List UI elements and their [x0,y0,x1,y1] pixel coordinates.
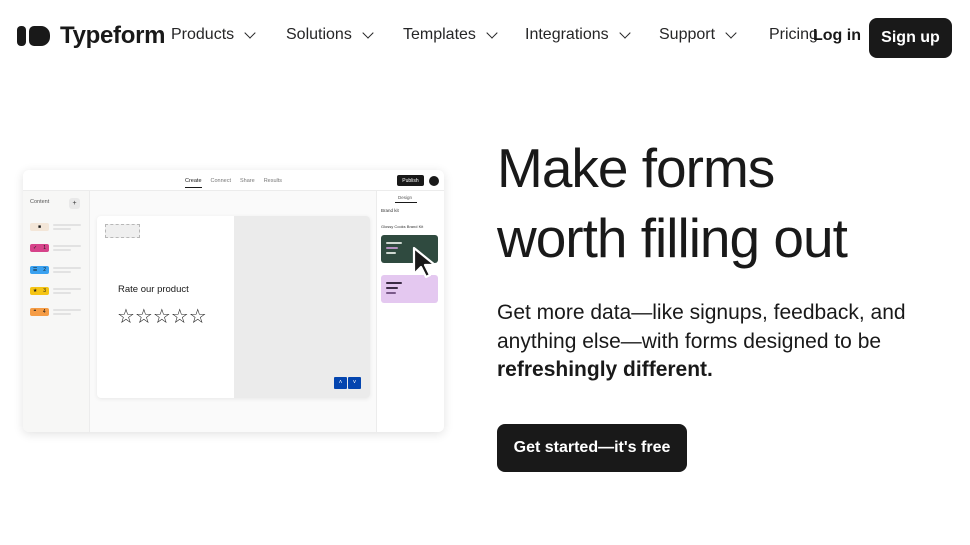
quote-icon: ❝ 4 [30,308,49,316]
nav-item-integrations[interactable]: Integrations [525,26,631,44]
site-header: Typeform Products Solutions Templates In… [0,0,970,76]
mockup-nav-arrows: ˄ ˅ [334,377,361,389]
mockup-form-preview: Rate our product ☆☆☆☆☆ ˄ ˅ [97,216,370,398]
nav-item-label: Support [659,26,716,43]
product-mockup: Create Connect Share Results Publish Con… [23,170,444,432]
nav-item-templates[interactable]: Templates [403,26,498,44]
mockup-question-item: ☰ 2 [30,266,81,274]
chevron-down-icon [618,27,631,39]
mockup-brand-kit-label: Brand kit [381,208,399,213]
mockup-add-icon: + [69,198,80,209]
typeform-logo[interactable]: Typeform [17,22,165,50]
mockup-question-text: Rate our product [118,284,189,295]
get-started-button[interactable]: Get started—it's free [497,424,687,472]
nav-item-label: Templates [403,26,476,43]
mockup-question-item: ■ [30,223,81,231]
nav-item-label: Pricing [769,26,818,43]
mockup-tab-share: Share [240,178,255,184]
mockup-content-label: Content [30,199,50,205]
star-icon: ★ 3 [30,287,49,295]
mockup-logo-placeholder [105,224,140,238]
mockup-topbar: Create Connect Share Results Publish [23,170,444,191]
mockup-avatar [429,176,439,186]
welcome-screen-icon: ■ [30,223,49,231]
brand-name: Typeform [60,22,166,49]
mockup-design-tab: Design [398,195,413,200]
chevron-down-icon [362,27,374,39]
mockup-tab-connect: Connect [210,178,232,184]
typeform-logo-icon [17,26,50,46]
mockup-question-item: ★ 3 [30,287,81,295]
signup-button[interactable]: Sign up [869,18,952,58]
hero-title: Make forms worth filling out [497,133,957,273]
nav-item-solutions[interactable]: Solutions [286,26,374,44]
mockup-image-panel [234,216,370,398]
mockup-question-item: ✓ 1 [30,244,81,252]
hero-title-line: worth filling out [497,207,848,269]
chevron-down-icon [486,27,498,39]
mockup-theme-name: Glossy Cooks Brand Kit [381,224,424,229]
hero-subtitle-emphasis: refreshingly different. [497,358,713,381]
mockup-publish-button: Publish [397,175,424,186]
hero-subtitle: Get more data—like signups, feedback, an… [497,299,937,385]
mockup-question-item: ❝ 4 [30,308,81,316]
hero-title-line: Make forms [497,137,775,199]
nav-item-label: Solutions [286,26,352,43]
chevron-down-icon [244,27,256,39]
nav-item-pricing[interactable]: Pricing [769,26,818,44]
login-link[interactable]: Log in [813,27,861,45]
mockup-design-panel: Design Brand kit Glossy Cooks Brand Kit [376,191,444,432]
nav-item-label: Products [171,26,235,43]
list-icon: ☰ 2 [30,266,49,274]
chevron-down-icon [725,27,737,39]
nav-item-label: Integrations [525,26,609,43]
cursor-arrow-icon [412,246,437,279]
nav-item-support[interactable]: Support [659,26,737,44]
mockup-tabs: Create Connect Share Results [185,178,282,188]
mockup-content-panel: Content + ■ ✓ 1 ☰ 2 ★ 3 ❝ 4 [23,191,90,432]
mockup-tab-results: Results [263,178,283,184]
chevron-up-icon: ˄ [334,377,347,389]
nav-item-products[interactable]: Products [171,26,256,44]
mockup-tab-create: Create [185,178,202,188]
rating-stars-icon: ☆☆☆☆☆ [117,306,207,328]
hero-subtitle-text: Get more data—like signups, feedback, an… [497,301,906,353]
chevron-down-icon: ˅ [348,377,361,389]
mockup-design-underline [395,202,417,203]
checkbox-icon: ✓ 1 [30,244,49,252]
